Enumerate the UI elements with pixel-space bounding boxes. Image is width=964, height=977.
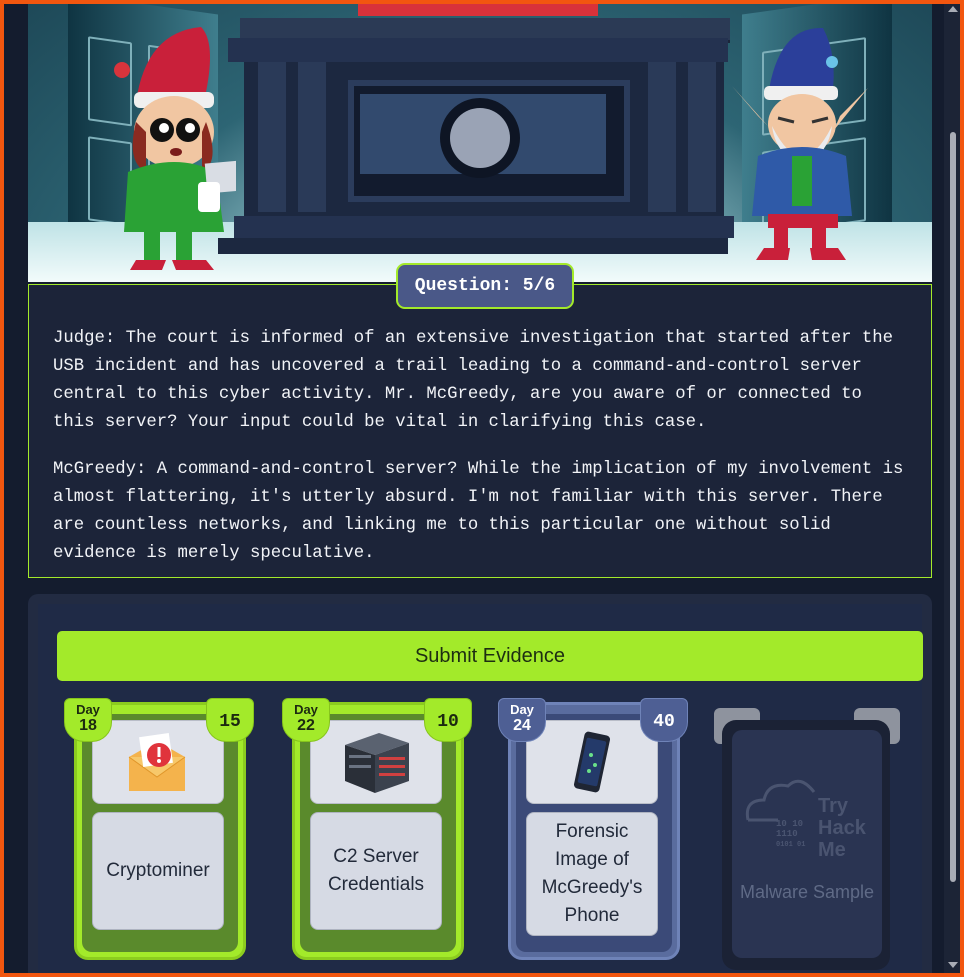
app-frame: Question: 5/6 Judge: The court is inform… (4, 4, 960, 973)
evidence-panel: Submit Evidence Cryptominer Day 18 15 C2… (28, 594, 932, 973)
card-image-panel (526, 720, 658, 804)
bench-pillar (258, 62, 286, 212)
card-points-tab: 15 (206, 698, 254, 742)
court-seal-center (450, 108, 510, 168)
day-number: 22 (297, 717, 315, 734)
mcgreedy-dialogue-line: McGreedy: A command-and-control server? … (53, 460, 904, 563)
logo-text-try: Try (818, 795, 849, 817)
dialogue-box: Judge: The court is informed of an exten… (28, 284, 932, 578)
scrollbar-thumb[interactable] (950, 132, 956, 882)
bench-pillar (298, 62, 326, 212)
elf-right-character (732, 27, 868, 260)
logo-text-me: Me (818, 839, 846, 860)
evidence-panel-inner: Submit Evidence Cryptominer Day 18 15 C2… (38, 604, 923, 973)
logo-text-hack: Hack (818, 817, 867, 839)
bench-base (234, 216, 734, 238)
evidence-card-c2-credentials[interactable]: C2 Server Credentials Day 22 10 (282, 698, 472, 964)
envelope-alert-icon (128, 733, 186, 791)
elf-left-character (114, 27, 236, 270)
evidence-card-cryptominer[interactable]: Cryptominer Day 18 15 (64, 698, 254, 964)
judge-dialogue-line: Judge: The court is informed of an exten… (53, 329, 894, 432)
card-day-tab: Day 22 (282, 698, 330, 742)
svg-text:1110: 1110 (776, 829, 798, 839)
card-image-panel (310, 720, 442, 804)
card-image-panel (92, 720, 224, 804)
main-view: Question: 5/6 Judge: The court is inform… (4, 4, 944, 973)
card-title: C2 Server Credentials (310, 812, 442, 930)
day-label: Day (294, 702, 318, 717)
bench-base-step (218, 238, 728, 254)
scroll-up-arrow-icon[interactable] (948, 6, 958, 12)
bench-pillar (648, 62, 676, 212)
card-day-tab: Day 18 (64, 698, 112, 742)
judge-bench-cornice (228, 38, 728, 62)
card-title: Forensic Image of McGreedy's Phone (526, 812, 658, 936)
card-points-tab: 40 (640, 698, 688, 742)
evidence-card-phone-image[interactable]: Forensic Image of McGreedy's Phone Day 2… (498, 698, 688, 964)
card-locked-face: 10 10 1110 0101 01 Try Hack Me Malware S… (732, 730, 882, 958)
card-title: Cryptominer (92, 812, 224, 930)
server-rack-icon (345, 733, 409, 793)
svg-text:10 10: 10 10 (776, 819, 803, 829)
card-title: Malware Sample (739, 882, 875, 902)
day-number: 18 (79, 717, 97, 734)
smartphone-icon (573, 731, 611, 793)
day-number: 24 (513, 717, 531, 734)
courtroom-scene (28, 4, 932, 282)
tryhackme-logo: 10 10 1110 0101 01 Try Hack Me (745, 779, 867, 860)
submit-evidence-button[interactable]: Submit Evidence (57, 631, 923, 681)
svg-text:0101 01: 0101 01 (776, 841, 805, 849)
day-label: Day (510, 702, 534, 717)
day-label: Day (76, 702, 100, 717)
evidence-card-malware-sample[interactable]: 10 10 1110 0101 01 Try Hack Me Malware S… (714, 708, 900, 970)
bench-pillar (688, 62, 716, 212)
card-points-tab: 10 (424, 698, 472, 742)
card-day-tab: Day 24 (498, 698, 546, 742)
scroll-down-arrow-icon[interactable] (948, 962, 958, 968)
gift-ribbon (358, 4, 598, 16)
question-counter-badge: Question: 5/6 (396, 263, 574, 309)
